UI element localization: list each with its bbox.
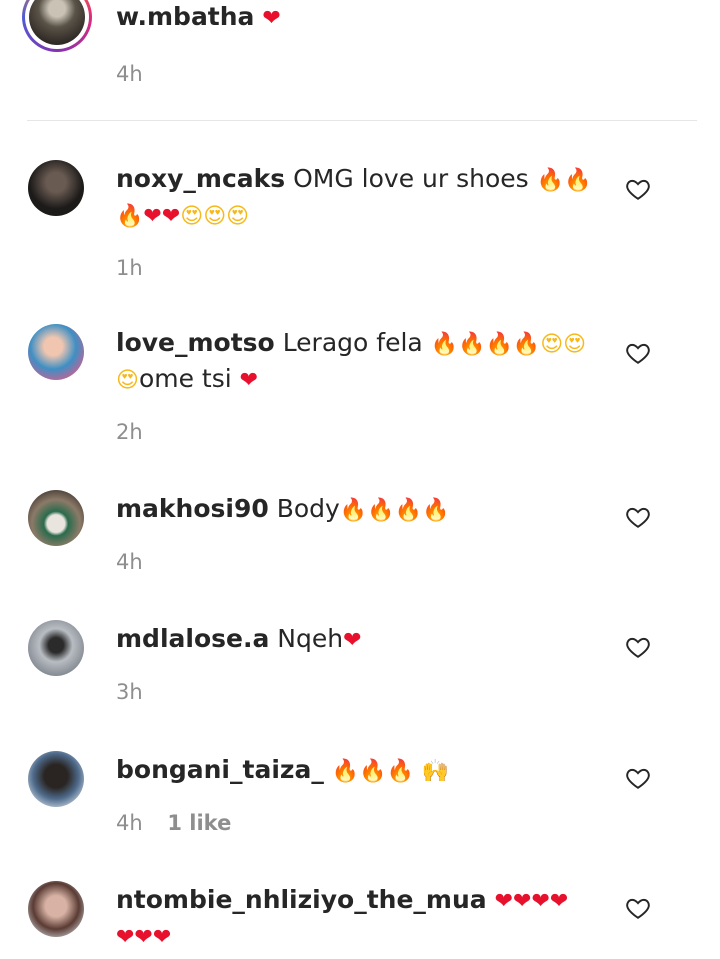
caption-text: w.mbatha ❤ [116,0,596,36]
comment-text: makhosi90 Body🔥🔥🔥🔥 [116,492,596,528]
heart-outline-icon[interactable] [625,340,651,366]
heart-outline-icon[interactable] [625,895,651,921]
caption: w.mbatha ❤ 4h [0,0,720,121]
heart-outline-icon[interactable] [625,765,651,791]
comment-username[interactable]: bongani_taiza_ [116,755,324,784]
avatar[interactable] [28,620,84,676]
avatar[interactable] [28,160,84,216]
comment-text: love_motso Lerago fela 🔥🔥🔥🔥😍😍 😍ome tsi ❤ [116,326,596,398]
heart-emoji: ❤ [262,6,281,31]
avatar[interactable] [28,490,84,546]
caption-username[interactable]: w.mbatha [116,2,254,31]
divider [27,120,697,121]
comment-body: Body🔥🔥🔥🔥 [276,494,450,523]
avatar[interactable] [28,751,84,807]
comment-time: 4h [116,811,143,835]
comment-username[interactable]: noxy_mcaks [116,164,285,193]
comment-username[interactable]: mdlalose.a [116,624,269,653]
heart-outline-icon[interactable] [625,176,651,202]
caption-time: 4h [116,62,143,86]
comment-text: mdlalose.a Nqeh❤ [116,622,596,658]
comment-body: 🔥🔥🔥 🙌 [331,759,450,784]
heart-outline-icon[interactable] [625,504,651,530]
avatar[interactable] [28,324,84,380]
heart-outline-icon[interactable] [625,634,651,660]
comment-time: 2h [116,420,143,444]
comment-time: 4h [116,550,143,574]
story-ring-avatar[interactable] [22,0,92,52]
avatar[interactable] [28,881,84,937]
avatar [29,0,85,45]
comment-text: noxy_mcaks OMG love ur shoes 🔥🔥 🔥❤❤😍😍😍 [116,162,596,234]
comment-text: bongani_taiza_ 🔥🔥🔥 🙌 [116,753,596,789]
comment-body: Nqeh❤ [277,624,362,653]
comment-meta: 4h 1 like [116,811,231,835]
comment-text: ntombie_nhliziyo_the_mua ❤❤❤❤ ❤❤❤ [116,883,596,955]
comment-time: 1h [116,256,143,280]
comment-username[interactable]: makhosi90 [116,494,269,523]
comment-username[interactable]: ntombie_nhliziyo_the_mua [116,885,487,914]
like-count[interactable]: 1 like [167,811,231,835]
comment-time: 3h [116,680,143,704]
comment-username[interactable]: love_motso [116,328,275,357]
